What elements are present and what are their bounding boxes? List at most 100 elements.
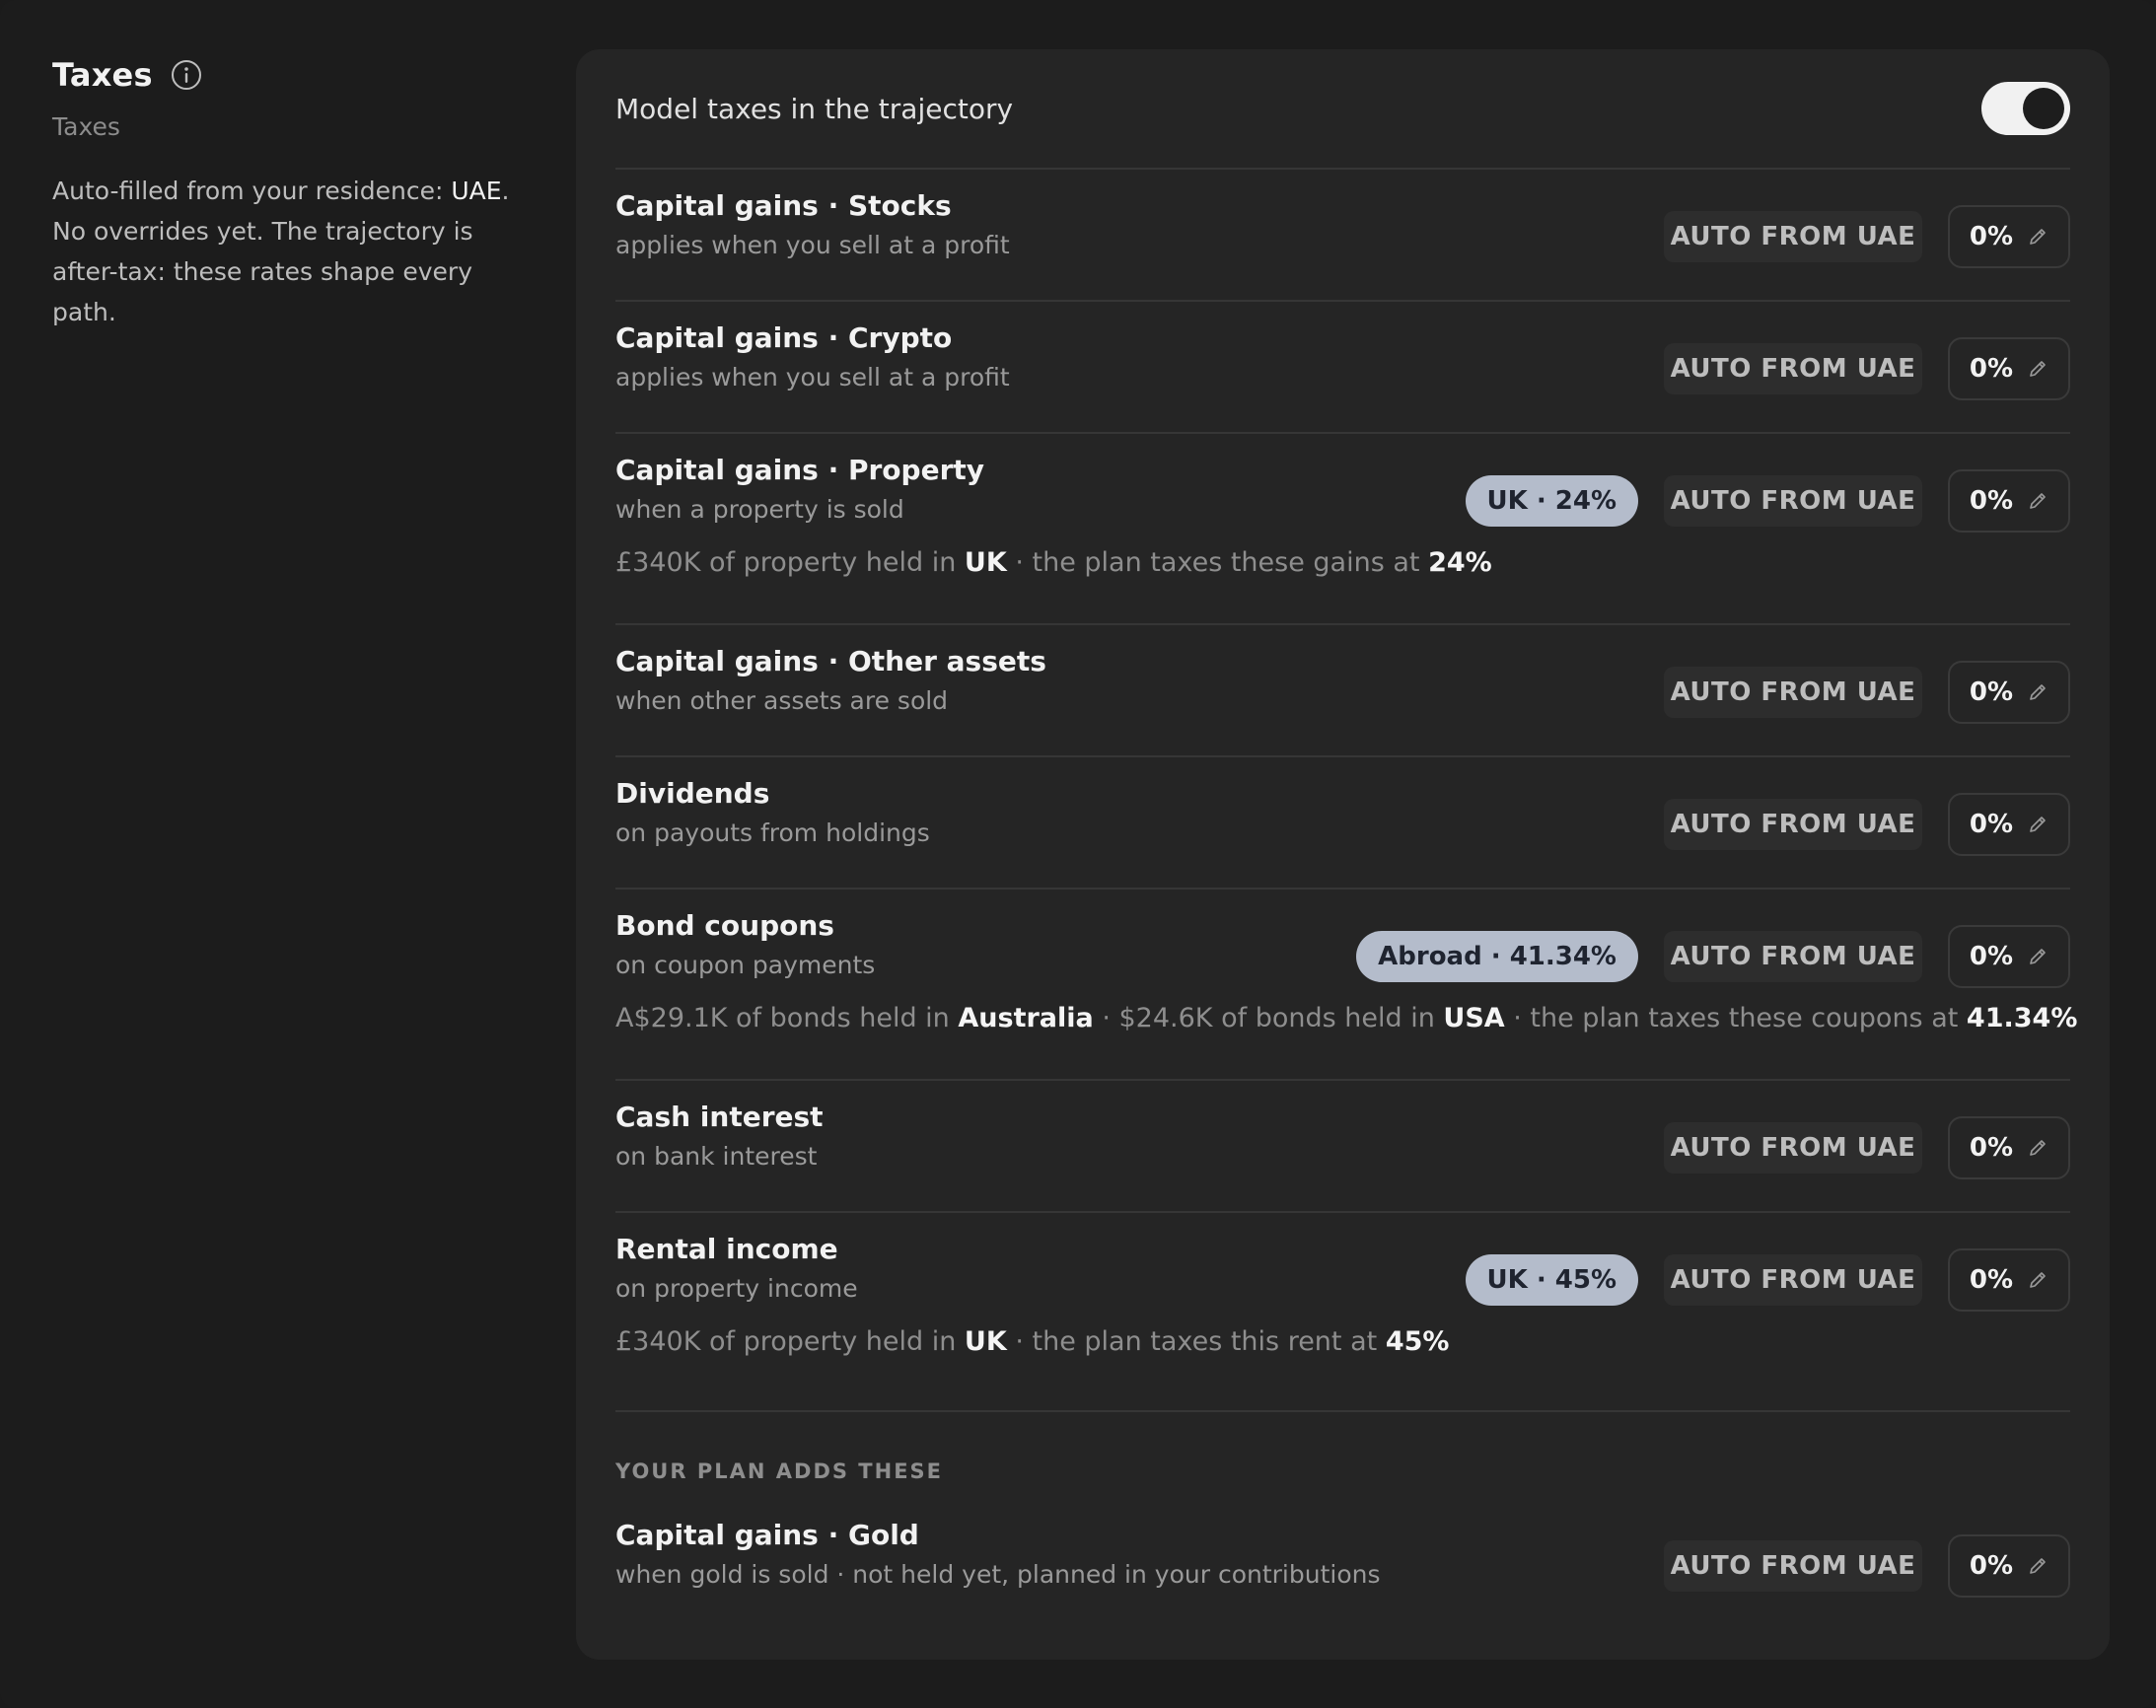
rate-edit-button[interactable]: 0% [1948,1534,2070,1598]
note-text: £340K of property held in [615,1326,965,1357]
tax-row-capital-gains-stocks: Capital gains · Stocks applies when you … [615,170,2070,302]
pencil-icon [2027,1555,2048,1577]
model-taxes-toggle[interactable] [1981,82,2070,135]
row-controls: AUTO FROM UAE 0% [1664,793,2070,856]
section-description: Auto-filled from your residence: UAE. No… [52,171,516,332]
auto-source-badge: AUTO FROM UAE [1664,343,1922,394]
rate-value: 0% [1969,1551,2014,1581]
row-controls: AUTO FROM UAE 0% [1664,661,2070,724]
tax-row-rental-income: Rental income on property income UK · 45… [615,1213,2070,1412]
tax-row-capital-gains-property: Capital gains · Property when a property… [615,434,2070,625]
rate-value: 0% [1969,222,2014,251]
pencil-icon [2027,1269,2048,1291]
foreign-rate-chip[interactable]: UK · 24% [1465,475,1638,527]
row-subtitle: on coupon payments [615,951,876,979]
rate-value: 0% [1969,1265,2014,1295]
auto-source-badge: AUTO FROM UAE [1664,799,1922,850]
pencil-icon [2027,226,2048,248]
rate-value: 0% [1969,354,2014,384]
taxes-sidebar: Taxes Taxes Auto-filled from your reside… [52,53,516,332]
rate-edit-button[interactable]: 0% [1948,661,2070,724]
row-title: Capital gains · Property [615,454,985,486]
rate-edit-button[interactable]: 0% [1948,1116,2070,1179]
row-controls: AUTO FROM UAE 0% [1664,1534,2070,1598]
note-text: · the plan taxes these gains at [1006,547,1429,578]
section-header: Taxes [52,53,516,97]
note-rate: 24% [1428,547,1492,578]
note-rate: 41.34% [1966,1003,2078,1033]
tax-row-capital-gains-crypto: Capital gains · Crypto applies when you … [615,302,2070,434]
row-note: £340K of property held in UK · the plan … [615,1326,1449,1357]
section-subtitle: Taxes [52,112,120,141]
tax-row-capital-gains-other: Capital gains · Other assets when other … [615,625,2070,757]
description-prefix: Auto-filled from your residence: [52,177,452,205]
foreign-rate-chip[interactable]: UK · 45% [1465,1254,1638,1306]
taxes-settings-window: Taxes Taxes Auto-filled from your reside… [0,0,2156,1708]
auto-source-badge: AUTO FROM UAE [1664,931,1922,982]
pencil-icon [2027,490,2048,512]
rate-value: 0% [1969,486,2014,516]
row-title: Capital gains · Other assets [615,645,1046,677]
note-text: £340K of property held in [615,547,965,578]
row-subtitle: on bank interest [615,1142,818,1171]
tax-rates-panel: Model taxes in the trajectory Capital ga… [576,49,2110,1660]
rate-value: 0% [1969,810,2014,839]
tax-row-dividends: Dividends on payouts from holdings AUTO … [615,757,2070,890]
row-controls: AUTO FROM UAE 0% [1664,337,2070,400]
row-title: Capital gains · Crypto [615,321,953,354]
rate-edit-button[interactable]: 0% [1948,925,2070,988]
rate-value: 0% [1969,1133,2014,1163]
rate-edit-button[interactable]: 0% [1948,469,2070,533]
auto-source-badge: AUTO FROM UAE [1664,1540,1922,1592]
note-text: · the plan taxes these coupons at [1504,1003,1967,1033]
info-icon[interactable] [171,59,202,91]
tax-row-bond-coupons: Bond coupons on coupon payments Abroad ·… [615,890,2077,1081]
row-title: Capital gains · Stocks [615,189,952,222]
section-title: Taxes [52,56,153,94]
model-taxes-row: Model taxes in the trajectory [615,49,2070,170]
auto-source-badge: AUTO FROM UAE [1664,475,1922,527]
rate-edit-button[interactable]: 0% [1948,1248,2070,1312]
auto-source-badge: AUTO FROM UAE [1664,211,1922,262]
row-controls: AUTO FROM UAE 0% [1664,1116,2070,1179]
row-note: A$29.1K of bonds held in Australia · $24… [615,1003,2077,1033]
rate-edit-button[interactable]: 0% [1948,337,2070,400]
rate-edit-button[interactable]: 0% [1948,793,2070,856]
row-subtitle: applies when you sell at a profit [615,363,1010,391]
pencil-icon [2027,946,2048,967]
note-rate: 45% [1385,1326,1450,1357]
row-title: Dividends [615,777,770,810]
auto-source-badge: AUTO FROM UAE [1664,1254,1922,1306]
row-title: Capital gains · Gold [615,1519,919,1551]
foreign-rate-chip[interactable]: Abroad · 41.34% [1356,931,1638,982]
rate-value: 0% [1969,942,2014,971]
pencil-icon [2027,358,2048,380]
toggle-knob [2023,88,2064,129]
row-subtitle: when a property is sold [615,495,904,524]
pencil-icon [2027,1137,2048,1159]
row-controls: UK · 24% AUTO FROM UAE 0% [1465,469,2070,533]
note-country: USA [1443,1003,1505,1033]
row-controls: UK · 45% AUTO FROM UAE 0% [1465,1248,2070,1312]
note-country: UK [964,547,1007,578]
row-title: Bond coupons [615,909,834,942]
row-title: Rental income [615,1233,838,1265]
tax-row-capital-gains-gold: Capital gains · Gold when gold is sold ·… [615,1499,2070,1629]
model-taxes-label: Model taxes in the trajectory [615,92,1014,125]
auto-source-badge: AUTO FROM UAE [1664,667,1922,718]
pencil-icon [2027,681,2048,703]
residence-country: UAE [451,177,502,205]
row-subtitle: when gold is sold · not held yet, planne… [615,1560,1381,1589]
plan-adds-section-label: YOUR PLAN ADDS THESE [615,1459,944,1483]
row-subtitle: applies when you sell at a profit [615,231,1010,259]
rate-value: 0% [1969,677,2014,707]
rate-edit-button[interactable]: 0% [1948,205,2070,268]
note-text: A$29.1K of bonds held in [615,1003,959,1033]
row-title: Cash interest [615,1101,824,1133]
note-country: Australia [958,1003,1094,1033]
row-subtitle: on property income [615,1274,858,1303]
row-subtitle: on payouts from holdings [615,818,930,847]
auto-source-badge: AUTO FROM UAE [1664,1122,1922,1174]
row-controls: AUTO FROM UAE 0% [1664,205,2070,268]
pencil-icon [2027,814,2048,835]
